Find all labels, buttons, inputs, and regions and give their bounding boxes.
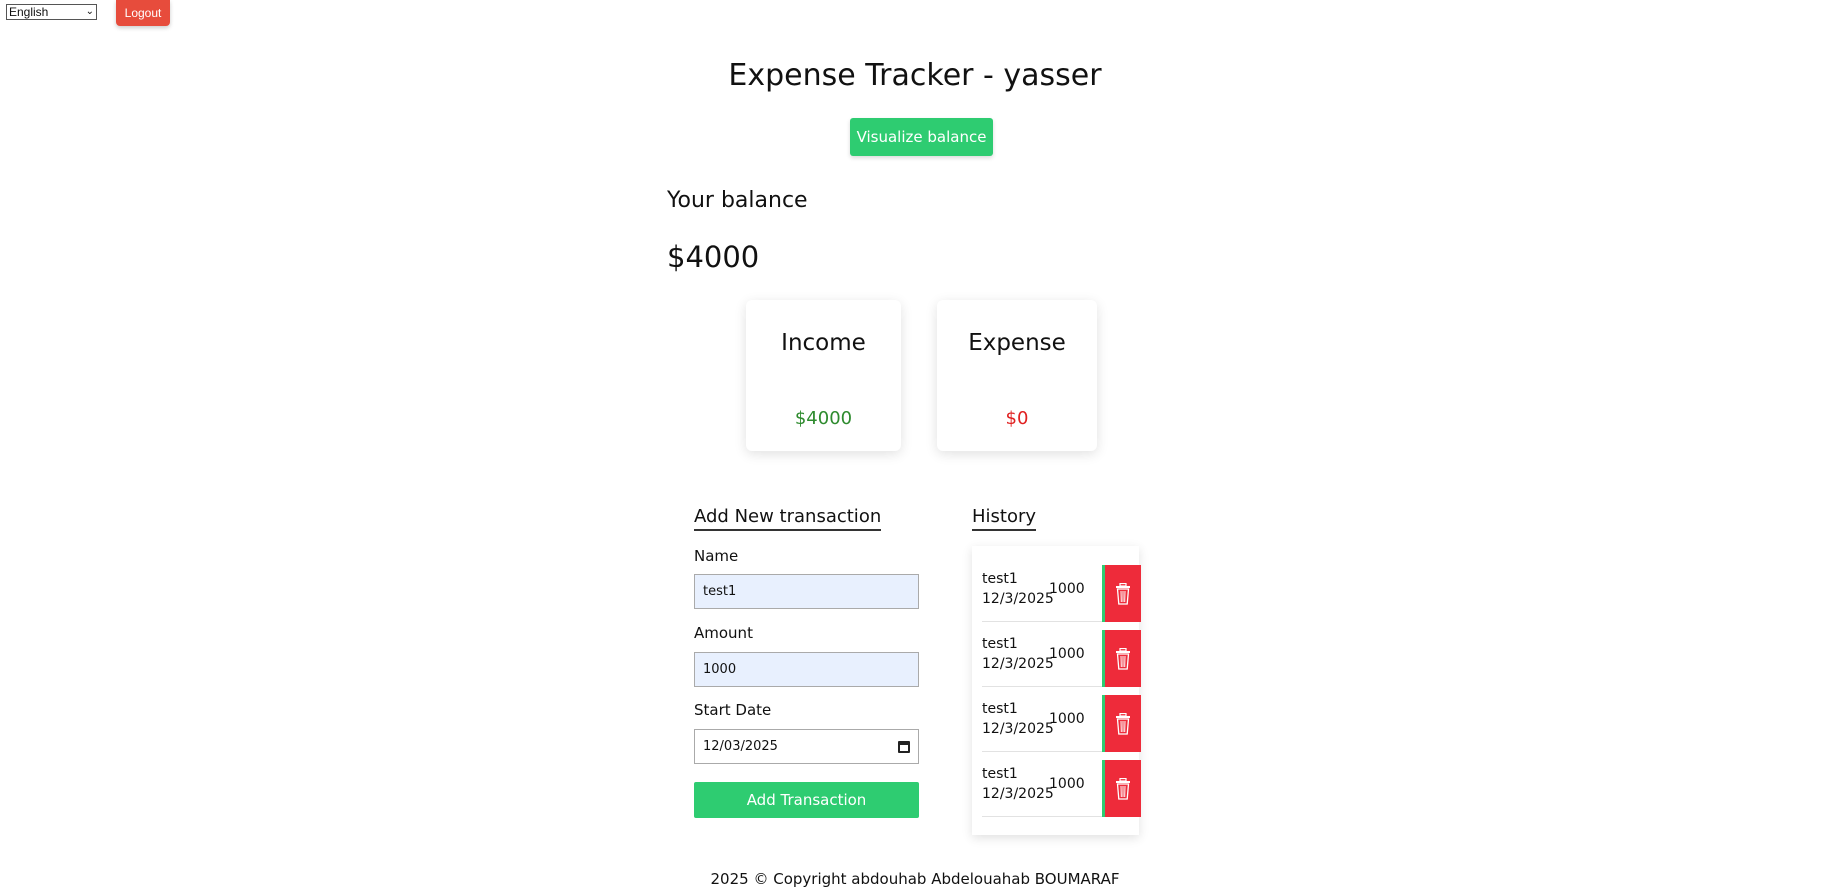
page-title: Expense Tracker - yasser [728, 58, 1102, 93]
history-item-date: 12/3/2025 [982, 656, 1054, 672]
amount-label: Amount [694, 624, 753, 642]
calendar-icon[interactable] [898, 740, 910, 753]
history-heading: History [972, 506, 1037, 531]
trash-icon [1116, 582, 1130, 605]
language-select[interactable]: English ⌄ [6, 4, 97, 20]
history-item-date: 12/3/2025 [982, 591, 1054, 607]
amount-input[interactable]: 1000 [694, 652, 919, 687]
visualize-balance-button[interactable]: Visualize balance [850, 118, 993, 156]
history-item-date: 12/3/2025 [982, 721, 1054, 737]
expense-amount: $0 [1005, 408, 1029, 429]
start-date-input[interactable]: 12/03/2025 [694, 729, 919, 764]
language-select-value: English [9, 5, 49, 19]
name-label: Name [694, 547, 739, 565]
amount-input-value: 1000 [703, 662, 737, 677]
delete-button[interactable] [1105, 760, 1141, 817]
history-item-name: test1 [982, 701, 1018, 717]
name-input-value: test1 [703, 584, 737, 599]
balance-value: $4000 [667, 240, 760, 274]
balance-label: Your balance [667, 188, 808, 213]
history-item-date: 12/3/2025 [982, 786, 1054, 802]
trash-icon [1116, 647, 1130, 670]
trash-icon [1116, 777, 1130, 800]
add-transaction-button[interactable]: Add Transaction [694, 782, 919, 818]
history-item-name: test1 [982, 636, 1018, 652]
history-item-name: test1 [982, 766, 1018, 782]
add-transaction-heading: Add New transaction [694, 506, 882, 531]
history-item-amount: 1000 [1049, 776, 1085, 792]
history-item: test1 12/3/2025 1000 [982, 695, 1141, 752]
delete-button[interactable] [1105, 565, 1141, 622]
history-item-name: test1 [982, 571, 1018, 587]
expense-card: Expense $0 [937, 300, 1097, 451]
history-list: test1 12/3/2025 1000 test1 12/3/2025 100… [972, 546, 1141, 835]
history-item: test1 12/3/2025 1000 [982, 630, 1141, 687]
history-item-amount: 1000 [1049, 711, 1085, 727]
chevron-down-icon: ⌄ [85, 6, 94, 17]
delete-button[interactable] [1105, 695, 1141, 752]
history-item: test1 12/3/2025 1000 [982, 760, 1141, 817]
start-date-value: 12/03/2025 [703, 739, 778, 754]
history-item-amount: 1000 [1049, 646, 1085, 662]
history-item-amount: 1000 [1049, 581, 1085, 597]
name-input[interactable]: test1 [694, 574, 919, 609]
income-title: Income [781, 330, 866, 356]
footer-copyright: 2025 © Copyright abdouhab Abdelouahab BO… [710, 870, 1120, 888]
logout-button[interactable]: Logout [116, 0, 170, 26]
expense-title: Expense [968, 330, 1066, 356]
delete-button[interactable] [1105, 630, 1141, 687]
start-date-label: Start Date [694, 701, 772, 719]
trash-icon [1116, 712, 1130, 735]
income-card: Income $4000 [746, 300, 901, 451]
history-item: test1 12/3/2025 1000 [982, 565, 1141, 622]
income-amount: $4000 [794, 408, 853, 429]
